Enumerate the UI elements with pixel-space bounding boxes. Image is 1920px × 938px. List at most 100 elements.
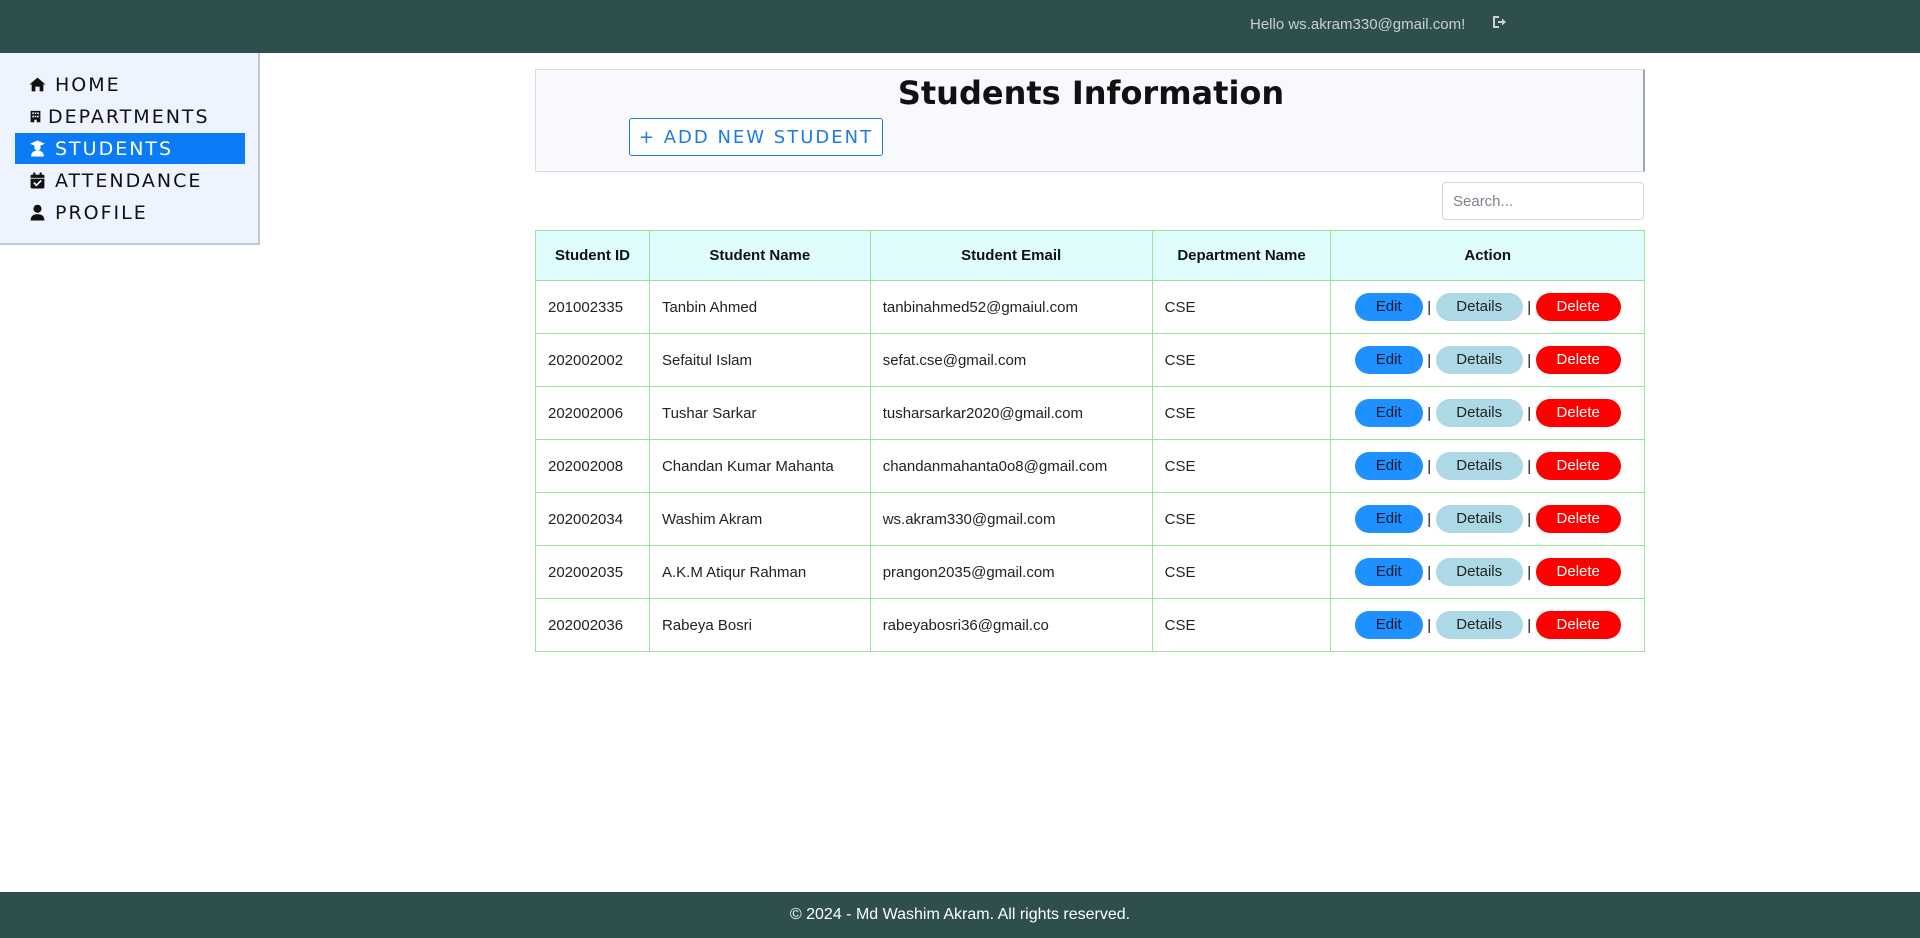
sidebar-item-attendance[interactable]: ATTENDANCE [15, 165, 245, 196]
department-name-cell: CSE [1151, 492, 1332, 546]
column-header-student-email: Student Email [869, 230, 1153, 281]
action-cell: Edit | Details | Delete [1330, 492, 1645, 546]
table-header-row: Student ID Student Name Student Email De… [535, 230, 1645, 281]
student-name-cell: Tushar Sarkar [648, 386, 871, 440]
details-button[interactable]: Details [1435, 399, 1523, 427]
sidebar-item-label: PROFILE [55, 201, 148, 224]
delete-button[interactable]: Delete [1535, 346, 1621, 374]
student-id-cell: 202002008 [535, 439, 650, 493]
action-separator: | [1427, 563, 1432, 581]
user-icon [30, 204, 45, 221]
table-row: 201002335 Tanbin Ahmed tanbinahmed52@gmaiu… [535, 280, 1645, 334]
sidebar-item-students[interactable]: STUDENTS [15, 133, 245, 164]
action-separator: | [1527, 351, 1532, 369]
sidebar-item-label: HOME [55, 73, 121, 96]
student-name-cell: Tanbin Ahmed [648, 280, 871, 334]
details-button[interactable]: Details [1435, 452, 1523, 480]
student-name-cell: Rabeya Bosri [648, 598, 871, 652]
action-separator: | [1527, 457, 1532, 475]
delete-button[interactable]: Delete [1535, 505, 1621, 533]
delete-button[interactable]: Delete [1535, 611, 1621, 639]
edit-button[interactable]: Edit [1354, 558, 1423, 586]
action-cell: Edit | Details | Delete [1330, 439, 1645, 493]
action-cell: Edit | Details | Delete [1330, 545, 1645, 599]
action-separator: | [1427, 298, 1432, 316]
copyright-text: © 2024 - Md Washim Akram. All rights res… [789, 906, 1131, 923]
action-separator: | [1527, 563, 1532, 581]
action-separator: | [1527, 616, 1532, 634]
table-row: 202002008 Chandan Kumar Mahanta chandanmah… [535, 439, 1645, 493]
student-name-cell: Sefaitul Islam [648, 333, 871, 387]
delete-button[interactable]: Delete [1535, 293, 1621, 321]
sidebar-item-departments[interactable]: DEPARTMENTS [15, 101, 245, 132]
edit-button[interactable]: Edit [1354, 611, 1423, 639]
details-button[interactable]: Details [1435, 611, 1523, 639]
table-row: 202002034 Washim Akram ws.akram330@gmail.c… [535, 492, 1645, 546]
student-name-cell: Chandan Kumar Mahanta [648, 439, 871, 493]
table-body: 201002335 Tanbin Ahmed tanbinahmed52@gmaiu… [535, 280, 1645, 652]
student-id-cell: 202002035 [535, 545, 650, 599]
table-row: 202002002 Sefaitul Islam sefat.cse@gmail.c… [535, 333, 1645, 387]
student-name-cell: Washim Akram [648, 492, 871, 546]
edit-button[interactable]: Edit [1354, 346, 1423, 374]
student-email-cell: tusharsarkar2020@gmail.com [869, 386, 1153, 440]
column-header-student-name: Student Name [648, 230, 871, 281]
action-separator: | [1427, 457, 1432, 475]
action-cell: Edit | Details | Delete [1330, 333, 1645, 387]
action-separator: | [1527, 404, 1532, 422]
page-header: Students Information + ADD NEW STUDENT [535, 69, 1645, 172]
student-icon [30, 140, 45, 157]
student-id-cell: 202002036 [535, 598, 650, 652]
table-row: 202002035 A.K.M Atiqur Rahman prangon2035@… [535, 545, 1645, 599]
student-email-cell: rabeyabosri36@gmail.co [869, 598, 1153, 652]
edit-button[interactable]: Edit [1354, 293, 1423, 321]
sidebar-item-label: DEPARTMENTS [48, 105, 210, 128]
students-table: Student ID Student Name Student Email De… [535, 230, 1645, 652]
logout-icon[interactable] [1491, 14, 1507, 30]
department-name-cell: CSE [1151, 439, 1332, 493]
details-button[interactable]: Details [1435, 346, 1523, 374]
action-separator: | [1427, 404, 1432, 422]
table-row: 202002036 Rabeya Bosri rabeyabosri36@gmail… [535, 598, 1645, 652]
search-input[interactable] [1442, 182, 1644, 220]
details-button[interactable]: Details [1435, 293, 1523, 321]
department-name-cell: CSE [1151, 545, 1332, 599]
student-email-cell: prangon2035@gmail.com [869, 545, 1153, 599]
delete-button[interactable]: Delete [1535, 452, 1621, 480]
student-email-cell: sefat.cse@gmail.com [869, 333, 1153, 387]
home-icon [29, 77, 46, 92]
edit-button[interactable]: Edit [1354, 399, 1423, 427]
student-id-cell: 202002034 [535, 492, 650, 546]
sidebar-item-home[interactable]: HOME [15, 69, 245, 100]
calendar-check-icon [30, 172, 45, 189]
student-id-cell: 202002006 [535, 386, 650, 440]
department-name-cell: CSE [1151, 598, 1332, 652]
user-greeting: Hello ws.akram330@gmail.com! [1250, 16, 1466, 33]
add-new-student-button[interactable]: + ADD NEW STUDENT [629, 118, 883, 156]
action-cell: Edit | Details | Delete [1330, 280, 1645, 334]
department-name-cell: CSE [1151, 333, 1332, 387]
sidebar-item-label: STUDENTS [55, 137, 174, 160]
department-name-cell: CSE [1151, 280, 1332, 334]
student-id-cell: 201002335 [535, 280, 650, 334]
action-cell: Edit | Details | Delete [1330, 598, 1645, 652]
details-button[interactable]: Details [1435, 505, 1523, 533]
sidebar-item-profile[interactable]: PROFILE [15, 197, 245, 228]
sidebar-item-label: ATTENDANCE [55, 169, 203, 192]
edit-button[interactable]: Edit [1354, 505, 1423, 533]
page-title: Students Information [897, 74, 1285, 112]
action-separator: | [1427, 616, 1432, 634]
student-name-cell: A.K.M Atiqur Rahman [648, 545, 871, 599]
student-email-cell: tanbinahmed52@gmaiul.com [869, 280, 1153, 334]
student-email-cell: ws.akram330@gmail.com [869, 492, 1153, 546]
top-navbar: Hello ws.akram330@gmail.com! [0, 0, 1920, 53]
student-id-cell: 202002002 [535, 333, 650, 387]
delete-button[interactable]: Delete [1535, 399, 1621, 427]
column-header-department-name: Department Name [1151, 230, 1332, 281]
action-cell: Edit | Details | Delete [1330, 386, 1645, 440]
edit-button[interactable]: Edit [1354, 452, 1423, 480]
delete-button[interactable]: Delete [1535, 558, 1621, 586]
details-button[interactable]: Details [1435, 558, 1523, 586]
table-row: 202002006 Tushar Sarkar tusharsarkar2020@g… [535, 386, 1645, 440]
building-icon [30, 110, 41, 123]
